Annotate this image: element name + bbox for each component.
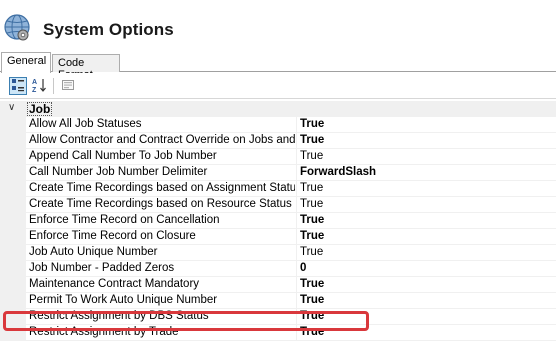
property-value[interactable]: 0	[300, 262, 306, 274]
property-value[interactable]: True	[300, 246, 323, 258]
property-value[interactable]: True	[300, 214, 324, 226]
column-divider[interactable]	[296, 261, 297, 277]
category-row-job[interactable]: ∨ Job	[0, 101, 556, 117]
column-divider[interactable]	[296, 277, 297, 293]
property-name: Maintenance Contract Mandatory	[29, 278, 200, 290]
property-name: Call Number Job Number Delimiter	[29, 166, 208, 178]
property-row[interactable]: Call Number Job Number Delimiter ForwardS…	[26, 165, 556, 181]
property-name: Create Time Recordings based on Assignme…	[29, 182, 295, 194]
property-value[interactable]: True	[300, 150, 323, 162]
property-row[interactable]: Job Number - Padded Zeros 0	[26, 261, 556, 277]
column-divider[interactable]	[296, 117, 297, 133]
property-value[interactable]: True	[300, 230, 324, 242]
toolbar-separator	[53, 78, 54, 94]
property-value[interactable]: True	[300, 278, 324, 290]
categorized-icon	[11, 78, 25, 95]
column-divider[interactable]	[296, 181, 297, 197]
property-row[interactable]: Create Time Recordings based on Resource…	[26, 197, 556, 213]
alphabetical-sort-icon: A Z	[31, 77, 47, 96]
property-value[interactable]: True	[300, 118, 324, 130]
alphabetical-button[interactable]: A Z	[30, 77, 48, 95]
property-name: Job Number - Padded Zeros	[29, 262, 175, 274]
column-divider[interactable]	[296, 149, 297, 165]
tab-general[interactable]: General	[1, 52, 51, 73]
category-label: Job	[27, 102, 53, 116]
property-pages-button[interactable]	[59, 77, 77, 95]
tab-code-format[interactable]: Code Format	[52, 54, 120, 81]
header: System Options	[0, 0, 556, 52]
column-divider[interactable]	[296, 245, 297, 261]
svg-text:A: A	[32, 79, 37, 86]
property-row[interactable]: Allow All Job Statuses True	[26, 117, 556, 133]
categorized-button[interactable]	[9, 77, 27, 95]
property-row[interactable]: Enforce Time Record on Closure True	[26, 229, 556, 245]
highlight-box	[3, 311, 369, 331]
column-divider[interactable]	[296, 197, 297, 213]
column-divider[interactable]	[296, 293, 297, 309]
property-name: Permit To Work Auto Unique Number	[29, 294, 218, 306]
globe-settings-icon	[2, 10, 32, 42]
property-row[interactable]: Enforce Time Record on Cancellation True	[26, 213, 556, 229]
property-name: Append Call Number To Job Number	[29, 150, 217, 162]
property-grid: ∨ Job Allow All Job Statuses True Allow Co…	[0, 101, 556, 341]
property-value[interactable]: True	[300, 198, 323, 210]
property-pages-icon	[61, 78, 75, 95]
property-name: Allow Contractor and Contract Override o…	[29, 134, 295, 146]
property-value[interactable]: True	[300, 134, 324, 146]
column-divider[interactable]	[296, 133, 297, 149]
property-value[interactable]: True	[300, 182, 323, 194]
column-divider[interactable]	[296, 229, 297, 245]
property-row[interactable]: Allow Contractor and Contract Override o…	[26, 133, 556, 149]
page-title: System Options	[43, 20, 174, 39]
property-value[interactable]: ForwardSlash	[300, 166, 376, 178]
property-name: Enforce Time Record on Cancellation	[29, 214, 220, 226]
chevron-down-icon[interactable]: ∨	[8, 102, 15, 113]
property-name: Create Time Recordings based on Resource…	[29, 198, 292, 210]
property-row[interactable]: Append Call Number To Job Number True	[26, 149, 556, 165]
property-name: Allow All Job Statuses	[29, 118, 142, 130]
tab-strip: General Code Format	[0, 52, 556, 81]
property-row[interactable]: Permit To Work Auto Unique Number True	[26, 293, 556, 309]
column-divider[interactable]	[296, 165, 297, 181]
svg-text:Z: Z	[32, 87, 37, 93]
property-grid-toolbar: A Z	[0, 73, 556, 99]
property-name: Enforce Time Record on Closure	[29, 230, 196, 242]
property-name: Job Auto Unique Number	[29, 246, 158, 258]
column-divider[interactable]	[296, 213, 297, 229]
property-row[interactable]: Maintenance Contract Mandatory True	[26, 277, 556, 293]
property-value[interactable]: True	[300, 294, 324, 306]
grid-gutter	[0, 117, 26, 341]
property-row[interactable]: Job Auto Unique Number True	[26, 245, 556, 261]
property-row[interactable]: Create Time Recordings based on Assignme…	[26, 181, 556, 197]
